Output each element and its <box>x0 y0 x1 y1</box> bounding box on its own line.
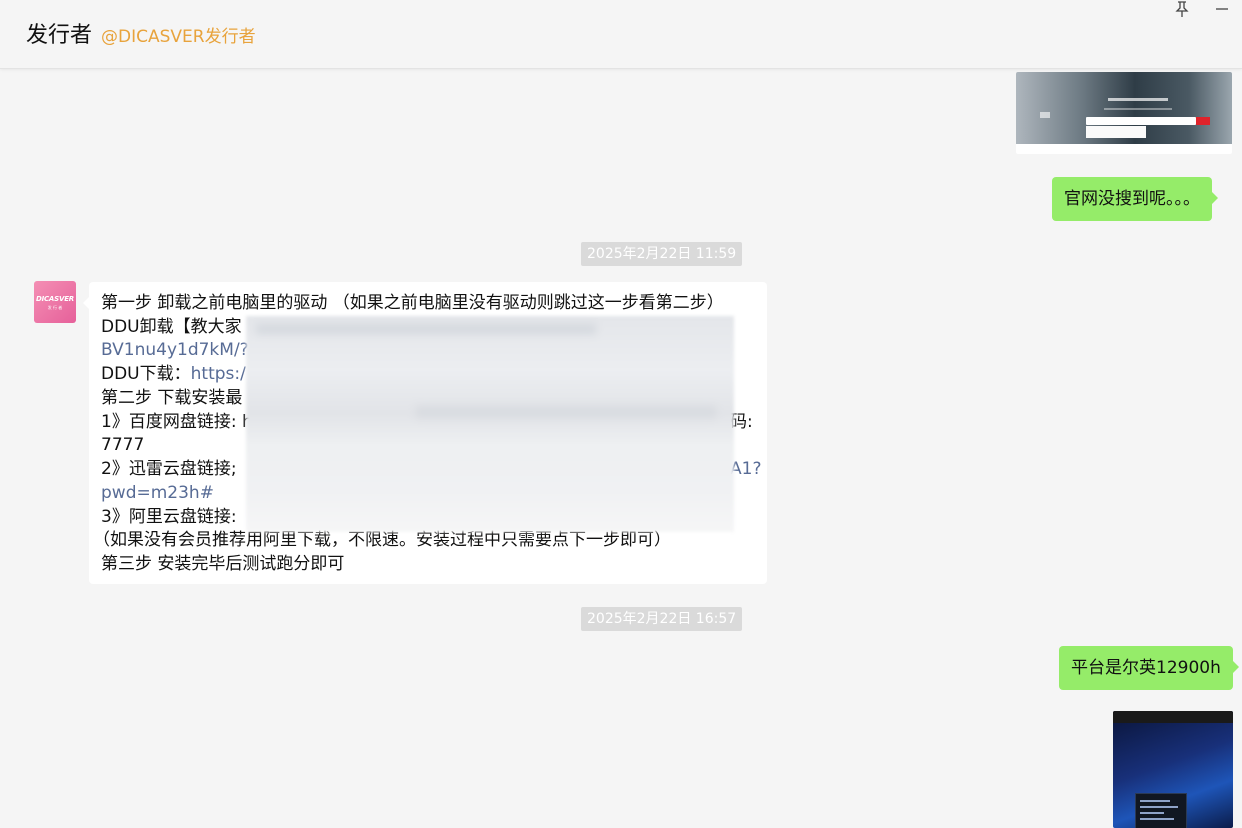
timestamp: 2025年2月22日 16:57 <box>581 607 743 631</box>
avatar[interactable]: DICASVER 发 行 者 <box>34 281 76 323</box>
pin-icon[interactable] <box>1173 0 1191 18</box>
ddu-download-link[interactable]: https:/ <box>191 364 246 384</box>
image-message-screenshot[interactable] <box>1016 72 1232 154</box>
message-bubble-other[interactable]: 第一步 卸载之前电脑里的驱动 （如果之前电脑里没有驱动则跳过这一步看第二步） D… <box>83 282 767 584</box>
reply-line-step3: 第三步 安装完毕后测试跑分即可 <box>101 554 345 574</box>
avatar-logo-subtext: 发 行 者 <box>47 305 63 310</box>
image-message-photo[interactable] <box>1113 711 1233 828</box>
chat-handle: @DICASVER发行者 <box>101 27 256 47</box>
chat-title: 发行者 <box>26 23 93 48</box>
screenshot-heading <box>1108 98 1168 101</box>
reply-link-xunlei-tail[interactable]: A1? <box>730 457 761 481</box>
timestamp: 2025年2月22日 11:59 <box>581 242 743 266</box>
screenshot-logo <box>1040 112 1050 118</box>
screenshot-search-button <box>1196 117 1210 125</box>
photo-dark-edge <box>1113 711 1233 723</box>
reply-line-aliyun: 3》阿里云盘链接: <box>101 507 237 527</box>
screenshot-subheading <box>1104 108 1172 110</box>
message-text: 官网没搜到呢。。。 <box>1064 189 1200 209</box>
screenshot-dropdown <box>1086 126 1146 138</box>
message-text: 平台是尔英12900h <box>1071 658 1221 678</box>
ddu-download-label: DDU下载： <box>101 364 191 384</box>
reply-link-xunlei-pwd[interactable]: pwd=m23h# <box>101 481 214 505</box>
reply-line-baidu-code: 7777 <box>101 435 145 455</box>
reply-line-ddu-uninstall: DDU卸载【教大家 <box>101 317 242 337</box>
reply-line-baidu: 1》百度网盘链接: h <box>101 412 253 432</box>
chat-header: 发行者 @DICASVER发行者 <box>0 0 1242 69</box>
minimize-icon[interactable] <box>1213 0 1231 18</box>
reply-line-ddu-download: DDU下载：https:/ <box>101 362 246 386</box>
screenshot-searchbar <box>1086 117 1196 125</box>
message-bubble-self[interactable]: 平台是尔英12900h <box>1059 646 1239 690</box>
reply-link-bv[interactable]: BV1nu4y1d7kM/? <box>101 338 249 362</box>
screenshot-thumbnail <box>1016 72 1232 144</box>
photo-screen-window <box>1135 793 1187 828</box>
reply-line-step1: 第一步 卸载之前电脑里的驱动 （如果之前电脑里没有驱动则跳过这一步看第二步） <box>101 293 724 313</box>
reply-line-xunlei: 2》迅雷云盘链接; <box>101 459 237 479</box>
redaction-blur <box>246 316 734 532</box>
avatar-logo-text: DICASVER <box>35 295 74 303</box>
message-bubble-self[interactable]: 官网没搜到呢。。。 <box>1052 177 1218 221</box>
reply-line-step2: 第二步 下载安装最 <box>101 388 243 408</box>
